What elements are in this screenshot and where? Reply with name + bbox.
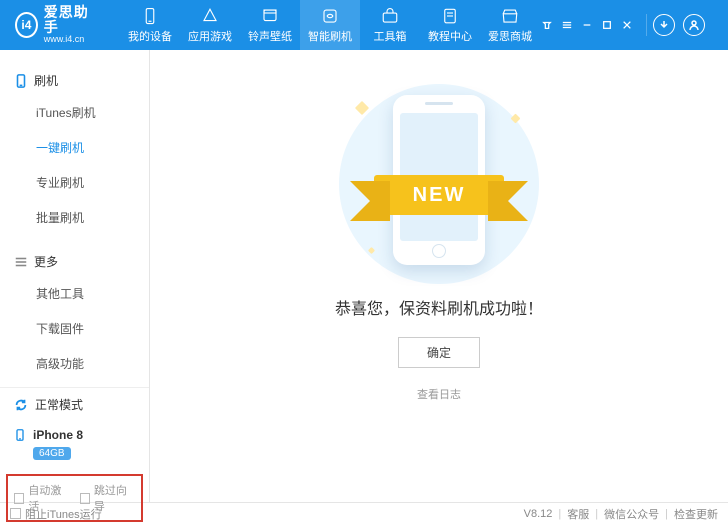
sidebar-group-title: 更多 (34, 253, 58, 270)
nav-flash[interactable]: 智能刷机 (300, 0, 360, 50)
checkbox-icon (14, 493, 24, 504)
nav-store[interactable]: 爱思商城 (480, 0, 540, 50)
nav-label: 智能刷机 (308, 28, 352, 44)
nav-label: 我的设备 (128, 28, 172, 44)
apps-icon (201, 7, 219, 25)
nav-label: 铃声壁纸 (248, 28, 292, 44)
toolbox-icon (381, 7, 399, 25)
sidebar: 刷机 iTunes刷机 一键刷机 专业刷机 批量刷机 更多 其他工具 下载固件 … (0, 50, 150, 502)
nav-my-device[interactable]: 我的设备 (120, 0, 180, 50)
sidebar-item-download-firmware[interactable]: 下载固件 (0, 311, 149, 346)
sidebar-group-more-header[interactable]: 更多 (0, 247, 149, 276)
phone-icon (14, 427, 26, 443)
device-mode[interactable]: 正常模式 (0, 388, 149, 421)
device-mode-label: 正常模式 (35, 396, 83, 413)
close-button[interactable] (620, 18, 634, 32)
download-button[interactable] (653, 14, 675, 36)
view-log-link[interactable]: 查看日志 (417, 386, 461, 402)
nav-tutorials[interactable]: 教程中心 (420, 0, 480, 50)
sidebar-item-other-tools[interactable]: 其他工具 (0, 276, 149, 311)
flash-icon (321, 7, 339, 25)
logo-icon: i4 (15, 12, 38, 38)
window-controls (540, 14, 728, 36)
nav-toolbox[interactable]: 工具箱 (360, 0, 420, 50)
device-storage-badge: 64GB (33, 447, 71, 460)
app-logo[interactable]: i4 爱思助手 www.i4.cn (0, 5, 105, 46)
app-name: 爱思助手 (44, 5, 95, 36)
sidebar-item-advanced[interactable]: 高级功能 (0, 346, 149, 381)
music-icon (261, 7, 279, 25)
nav-ringtones[interactable]: 铃声壁纸 (240, 0, 300, 50)
device-name-label: iPhone 8 (33, 428, 83, 442)
store-icon (501, 7, 519, 25)
checkbox-icon (10, 508, 21, 519)
sidebar-item-pro-flash[interactable]: 专业刷机 (0, 165, 149, 200)
main-content: NEW 恭喜您，保资料刷机成功啦！ 确定 查看日志 (150, 50, 728, 502)
app-site: www.i4.cn (44, 35, 95, 45)
success-message: 恭喜您，保资料刷机成功啦！ (335, 295, 543, 319)
sync-icon (14, 398, 28, 412)
wechat-link[interactable]: 微信公众号 (604, 506, 659, 522)
nav-label: 应用游戏 (188, 28, 232, 44)
sidebar-group-flash: 刷机 iTunes刷机 一键刷机 专业刷机 批量刷机 (0, 60, 149, 241)
checkbox-icon (80, 493, 90, 504)
device-selector[interactable]: iPhone 8 64GB (0, 421, 149, 470)
support-link[interactable]: 客服 (567, 506, 589, 522)
sidebar-item-batch-flash[interactable]: 批量刷机 (0, 200, 149, 235)
new-ribbon: NEW (374, 175, 504, 215)
maximize-button[interactable] (600, 18, 614, 32)
sidebar-group-flash-header[interactable]: 刷机 (0, 66, 149, 95)
menu-button[interactable] (560, 18, 574, 32)
minimize-button[interactable] (580, 18, 594, 32)
checkbox-block-itunes[interactable]: 阻止iTunes运行 (10, 506, 102, 522)
check-update-link[interactable]: 检查更新 (674, 506, 718, 522)
nav-apps[interactable]: 应用游戏 (180, 0, 240, 50)
nav-label: 工具箱 (374, 28, 407, 44)
ok-button[interactable]: 确定 (398, 337, 480, 368)
nav-label: 爱思商城 (488, 28, 532, 44)
skin-button[interactable] (540, 18, 554, 32)
titlebar: i4 爱思助手 www.i4.cn 我的设备 应用游戏 铃声壁纸 智能刷机 工具… (0, 0, 728, 50)
checkbox-label: 阻止iTunes运行 (25, 506, 102, 522)
success-illustration: NEW (329, 85, 549, 275)
nav-label: 教程中心 (428, 28, 472, 44)
sidebar-group-title: 刷机 (34, 72, 58, 89)
separator: | (558, 508, 561, 520)
menu-icon (14, 255, 28, 269)
account-button[interactable] (683, 14, 705, 36)
sidebar-item-itunes-flash[interactable]: iTunes刷机 (0, 95, 149, 130)
top-nav: 我的设备 应用游戏 铃声壁纸 智能刷机 工具箱 教程中心 爱思商城 (120, 0, 540, 50)
sidebar-group-more: 更多 其他工具 下载固件 高级功能 (0, 241, 149, 387)
version-label: V8.12 (524, 508, 553, 520)
separator: | (595, 508, 598, 520)
device-icon (14, 74, 28, 88)
docs-icon (441, 7, 459, 25)
sidebar-item-oneclick-flash[interactable]: 一键刷机 (0, 130, 149, 165)
separator: | (665, 508, 668, 520)
device-icon (141, 7, 159, 25)
